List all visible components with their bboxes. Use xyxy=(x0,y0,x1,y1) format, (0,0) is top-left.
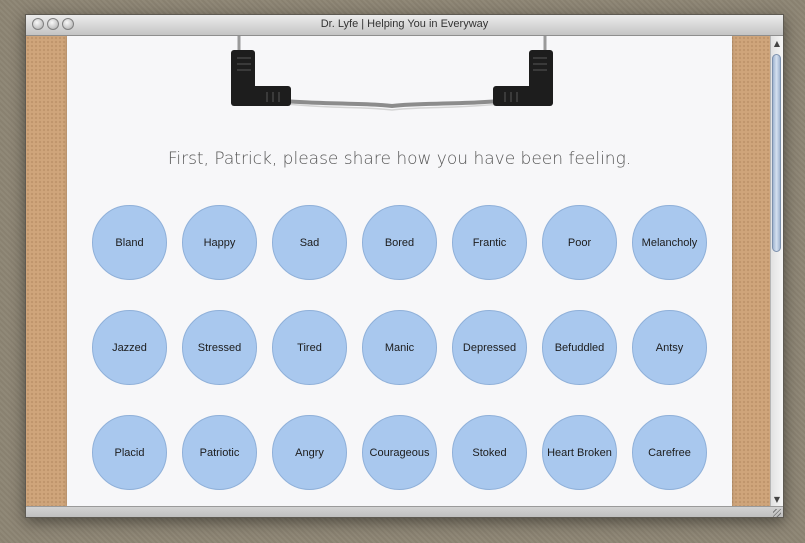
feeling-option-melancholy[interactable]: Melancholy xyxy=(632,205,707,280)
feeling-option-sad[interactable]: Sad xyxy=(272,205,347,280)
feeling-option-patriotic[interactable]: Patriotic xyxy=(182,415,257,490)
window-title: Dr. Lyfe | Helping You in Everyway xyxy=(320,18,489,30)
resize-grip-icon[interactable] xyxy=(773,509,781,517)
feeling-option-angry[interactable]: Angry xyxy=(272,415,347,490)
scroll-down-arrow-icon[interactable]: ▼ xyxy=(771,494,783,506)
feeling-option-heart-broken[interactable]: Heart Broken xyxy=(542,415,617,490)
scroll-thumb[interactable] xyxy=(772,54,781,252)
feeling-option-courageous[interactable]: Courageous xyxy=(362,415,437,490)
feeling-option-depressed[interactable]: Depressed xyxy=(452,310,527,385)
feeling-option-stoked[interactable]: Stoked xyxy=(452,415,527,490)
title-bar: Dr. Lyfe | Helping You in Everyway xyxy=(26,15,783,36)
clipboard-clip-icon xyxy=(231,36,553,111)
feeling-question: First, Patrick, please share how you hav… xyxy=(167,149,632,169)
feeling-option-poor[interactable]: Poor xyxy=(542,205,617,280)
feeling-option-tired[interactable]: Tired xyxy=(272,310,347,385)
browser-window: Dr. Lyfe | Helping You in Everyway First… xyxy=(25,14,784,518)
paper-sheet: First, Patrick, please share how you hav… xyxy=(67,36,732,506)
status-bar xyxy=(26,506,783,517)
feeling-option-befuddled[interactable]: Befuddled xyxy=(542,310,617,385)
feeling-option-bland[interactable]: Bland xyxy=(92,205,167,280)
feeling-option-happy[interactable]: Happy xyxy=(182,205,257,280)
feeling-option-stressed[interactable]: Stressed xyxy=(182,310,257,385)
feeling-option-jazzed[interactable]: Jazzed xyxy=(92,310,167,385)
clipboard-background: First, Patrick, please share how you hav… xyxy=(26,36,770,506)
feeling-option-frantic[interactable]: Frantic xyxy=(452,205,527,280)
feeling-option-carefree[interactable]: Carefree xyxy=(632,415,707,490)
feeling-option-placid[interactable]: Placid xyxy=(92,415,167,490)
feeling-option-bored[interactable]: Bored xyxy=(362,205,437,280)
feeling-option-antsy[interactable]: Antsy xyxy=(632,310,707,385)
scroll-up-arrow-icon[interactable]: ▲ xyxy=(771,38,783,50)
feeling-option-manic[interactable]: Manic xyxy=(362,310,437,385)
vertical-scrollbar[interactable]: ▲ ▼ xyxy=(770,36,783,506)
